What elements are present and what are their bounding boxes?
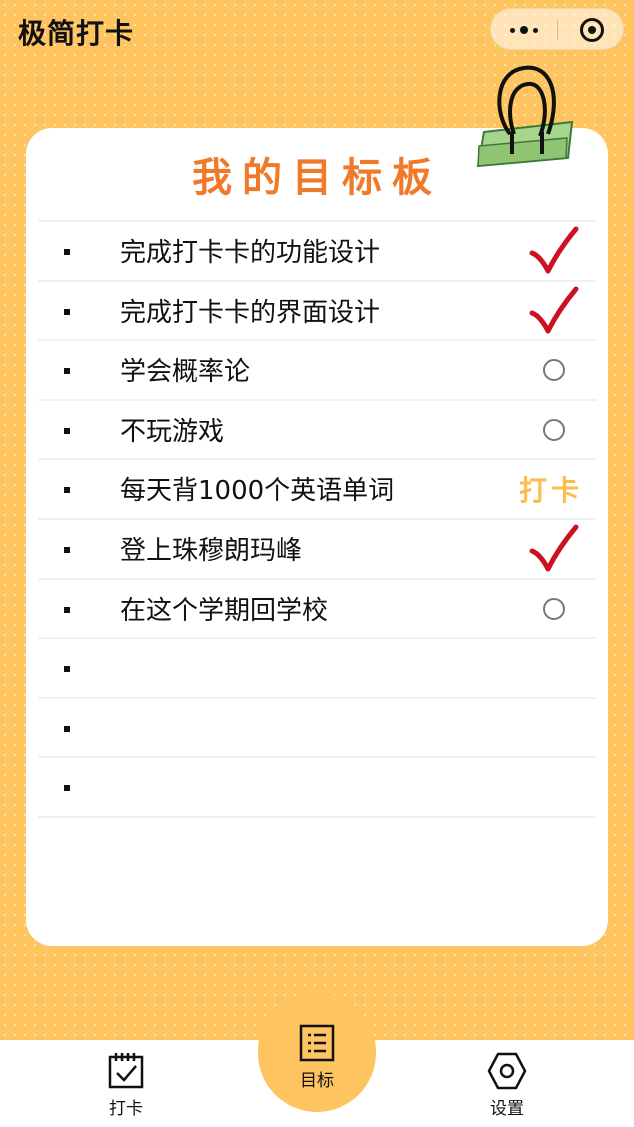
goal-row: 每天背1000个英语单词 打卡	[38, 460, 596, 520]
empty-circle-icon	[543, 359, 565, 382]
goal-text: 不玩游戏	[120, 416, 225, 447]
app-title: 极简打卡	[18, 17, 135, 50]
check-mark-icon	[529, 524, 579, 572]
tab-label: 目标	[300, 1071, 334, 1091]
dot-icon	[533, 27, 538, 33]
goal-status[interactable]: 打卡	[519, 460, 584, 518]
bullet-icon	[64, 308, 70, 315]
more-menu-button[interactable]	[491, 9, 557, 51]
empty-circle-icon	[543, 597, 565, 620]
bullet-icon	[64, 368, 70, 375]
tab-goals[interactable]: 目标	[258, 992, 376, 1112]
bullet-icon	[64, 427, 70, 434]
goal-status[interactable]	[524, 401, 584, 459]
goal-list: 完成打卡卡的功能设计 完成打卡卡的界面设计 学会概率论不玩游戏每天背1000个英语单…	[38, 220, 596, 818]
goal-row	[38, 758, 596, 818]
target-close-icon	[579, 18, 604, 42]
check-mark-icon	[529, 286, 579, 334]
dot-icon	[520, 26, 528, 34]
goal-text: 登上珠穆朗玛峰	[120, 535, 303, 566]
list-icon	[299, 1024, 335, 1062]
goal-row: 在这个学期回学校	[38, 580, 596, 640]
goal-row: 学会概率论	[38, 341, 596, 401]
punch-button[interactable]: 打卡	[519, 469, 583, 509]
goal-status[interactable]	[524, 520, 584, 578]
goal-row: 完成打卡卡的界面设计	[38, 282, 596, 342]
tab-settings[interactable]: 设置	[457, 1052, 557, 1122]
binder-clip-icon	[476, 65, 574, 168]
hexagon-settings-icon	[487, 1052, 527, 1090]
calendar-check-icon	[108, 1053, 144, 1089]
bullet-icon	[64, 666, 70, 673]
bullet-icon	[64, 487, 70, 494]
goal-status[interactable]	[524, 580, 584, 638]
bullet-icon	[64, 249, 70, 255]
check-mark-icon	[529, 226, 579, 274]
goal-status[interactable]	[524, 341, 584, 399]
goal-text: 每天背1000个英语单词	[120, 476, 395, 507]
tab-label: 设置	[490, 1099, 524, 1119]
empty-circle-icon	[543, 418, 565, 441]
goal-row: 登上珠穆朗玛峰	[38, 520, 596, 580]
tab-label: 打卡	[109, 1099, 143, 1119]
goal-row	[38, 699, 596, 759]
goal-text: 完成打卡卡的界面设计	[120, 297, 381, 328]
goal-text: 在这个学期回学校	[120, 595, 329, 626]
goal-row: 完成打卡卡的功能设计	[38, 222, 596, 282]
goal-status[interactable]	[524, 282, 584, 340]
close-mini-program-button[interactable]	[558, 9, 625, 51]
bullet-icon	[64, 785, 70, 792]
bullet-icon	[64, 725, 70, 732]
goal-row	[38, 639, 596, 699]
goal-status[interactable]	[524, 222, 584, 280]
tab-punch[interactable]: 打卡	[76, 1052, 176, 1122]
goal-row: 不玩游戏	[38, 401, 596, 461]
goal-text: 学会概率论	[120, 357, 251, 388]
bullet-icon	[64, 606, 70, 613]
goal-text: 完成打卡卡的功能设计	[120, 238, 381, 268]
dot-icon	[510, 27, 515, 33]
goal-board: 我的目标板 完成打卡卡的功能设计 完成打卡卡的界面设计 学会概率论 不玩游戏 每天背10…	[26, 128, 608, 946]
bullet-icon	[64, 546, 70, 553]
mini-program-capsule	[490, 8, 624, 50]
